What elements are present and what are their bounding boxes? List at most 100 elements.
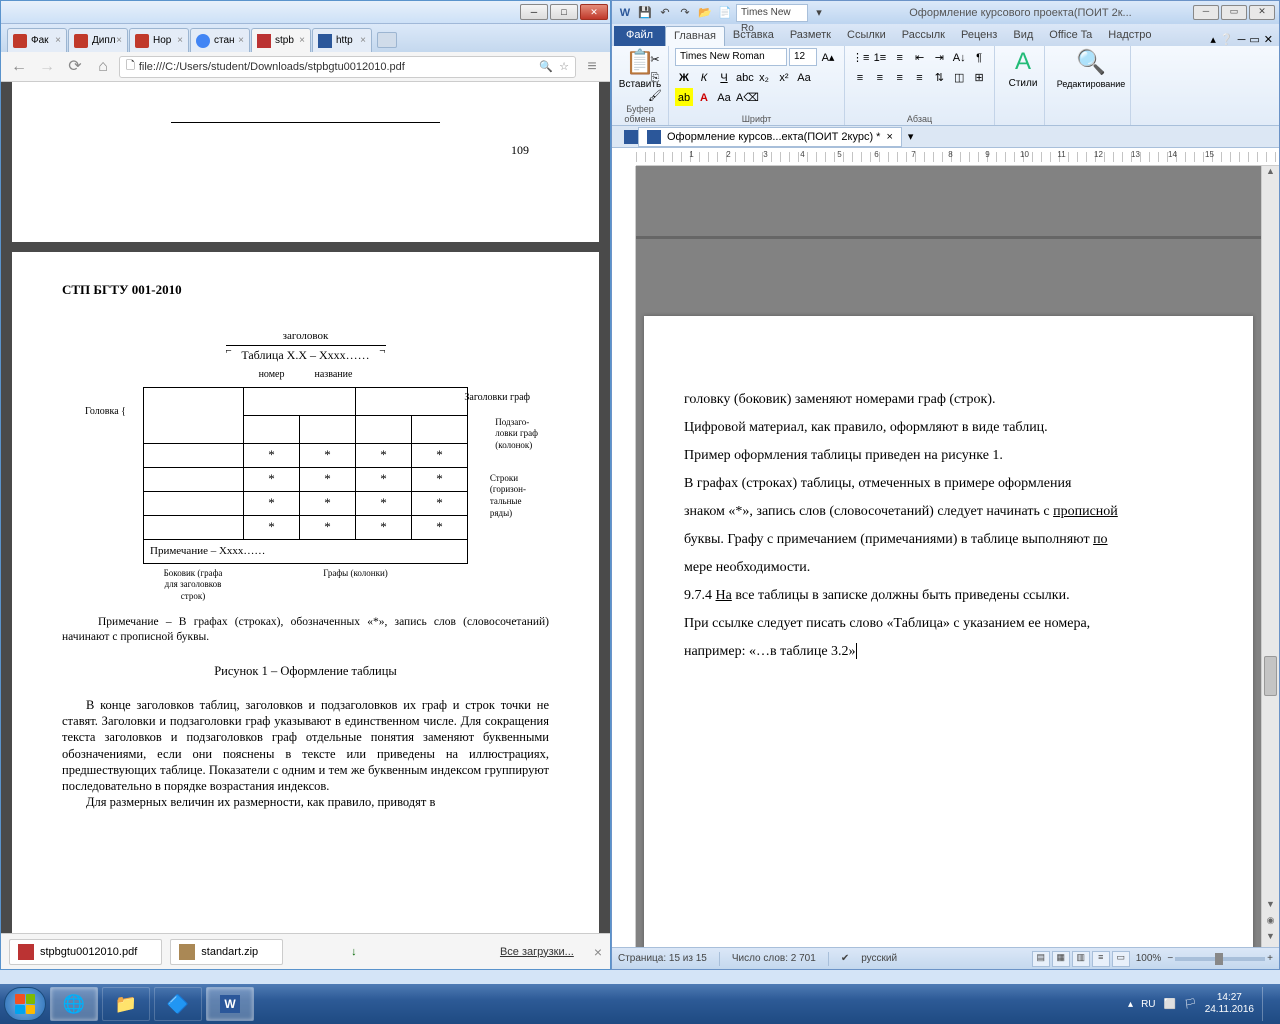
show-desktop-button[interactable] (1262, 987, 1270, 1021)
open-icon[interactable]: 📂 (696, 4, 714, 22)
address-input[interactable]: 🗋 file:///C:/Users/student/Downloads/stp… (119, 56, 576, 78)
draft-icon[interactable]: ▭ (1112, 951, 1130, 967)
bullets-icon[interactable]: ⋮≡ (851, 48, 869, 66)
copy-icon[interactable]: ⎘ (646, 68, 664, 86)
reload-button[interactable]: ⟳ (63, 55, 87, 79)
start-button[interactable] (4, 987, 46, 1021)
prev-page-icon[interactable]: ◉ (1262, 915, 1279, 931)
borders-icon[interactable]: ⊞ (970, 68, 988, 86)
text-effects-icon[interactable]: Aa (795, 68, 813, 86)
ribbon-tab[interactable]: Ссылки (839, 26, 894, 46)
browser-tab-active[interactable]: stpb× (251, 28, 311, 52)
new-icon[interactable]: 📄 (716, 4, 734, 22)
justify-icon[interactable]: ≡ (911, 68, 929, 86)
tab-close-icon[interactable]: × (238, 35, 244, 46)
fullscreen-read-icon[interactable]: ▦ (1052, 951, 1070, 967)
pdf-viewer[interactable]: 109 СТП БГТУ 001-2010 заголовок ⌐¬ Табли… (1, 82, 610, 933)
zoom-in-icon[interactable]: + (1267, 953, 1273, 964)
all-downloads-link[interactable]: Все загрузки... (500, 946, 574, 958)
back-button[interactable]: ← (7, 55, 31, 79)
vertical-ruler[interactable] (612, 166, 636, 947)
dec-indent-icon[interactable]: ⇤ (911, 48, 929, 66)
editing-button[interactable]: 🔍 Редактирование (1051, 48, 1131, 90)
mdi-restore-icon[interactable]: ▭ (1249, 33, 1259, 46)
align-left-icon[interactable]: ≡ (851, 68, 869, 86)
scroll-down-icon[interactable]: ▼ (1262, 899, 1279, 915)
format-painter-icon[interactable]: 🖌 (646, 86, 664, 104)
download-item[interactable]: stpbgtu0012010.pdf (9, 939, 162, 965)
inc-indent-icon[interactable]: ⇥ (930, 48, 948, 66)
strike-icon[interactable]: abc (735, 68, 753, 86)
tab-close-icon[interactable]: × (886, 131, 892, 143)
cut-icon[interactable]: ✂ (646, 50, 664, 68)
show-marks-icon[interactable]: ¶ (970, 48, 988, 66)
zoom-level[interactable]: 100% (1136, 953, 1162, 964)
clock[interactable]: 14:27 24.11.2016 (1205, 992, 1254, 1016)
downloads-close-button[interactable]: × (594, 944, 602, 960)
undo-icon[interactable]: ↶ (656, 4, 674, 22)
qat-font-select[interactable]: Times New Ro (736, 4, 808, 22)
qat-dropdown-icon[interactable]: ▾ (810, 4, 828, 22)
document-page[interactable]: головку (боковик) заменяют номерами граф… (644, 316, 1253, 947)
redo-icon[interactable]: ↷ (676, 4, 694, 22)
tray-arrow-icon[interactable]: ▴ (1128, 999, 1133, 1010)
action-center-icon[interactable]: 🏳 (1184, 999, 1197, 1010)
forward-button[interactable]: → (35, 55, 59, 79)
restore-button[interactable]: ▭ (1221, 5, 1247, 20)
clear-format-icon[interactable]: A⌫ (735, 88, 753, 106)
doc-tab-dropdown-icon[interactable]: ▾ (908, 130, 914, 143)
mdi-close-icon[interactable]: ✕ (1264, 33, 1273, 46)
font-size-select[interactable]: 12 (789, 48, 817, 66)
browser-tab[interactable]: Дипл× (68, 28, 128, 52)
new-tab-button[interactable] (377, 32, 397, 48)
star-icon[interactable]: ☆ (559, 60, 569, 73)
align-center-icon[interactable]: ≡ (871, 68, 889, 86)
spell-check-icon[interactable]: ✔ (841, 953, 849, 964)
zoom-out-icon[interactable]: − (1167, 953, 1173, 964)
web-layout-icon[interactable]: ▥ (1072, 951, 1090, 967)
download-item[interactable]: standart.zip (170, 939, 283, 965)
italic-icon[interactable]: К (695, 68, 713, 86)
mdi-minimize-icon[interactable]: ─ (1238, 34, 1246, 46)
tab-close-icon[interactable]: × (116, 35, 122, 46)
save-icon[interactable]: 💾 (636, 4, 654, 22)
sort-icon[interactable]: A↓ (950, 48, 968, 66)
vertical-scrollbar[interactable]: ▲ ▼ ◉ ▼ (1261, 166, 1279, 947)
align-right-icon[interactable]: ≡ (891, 68, 909, 86)
ribbon-tab[interactable]: Надстро (1100, 26, 1159, 46)
underline-icon[interactable]: Ч (715, 68, 733, 86)
taskbar-chrome[interactable]: 🌐 (50, 987, 98, 1021)
minimize-button[interactable]: ─ (520, 4, 548, 20)
taskbar-explorer[interactable]: 📁 (102, 987, 150, 1021)
maximize-button[interactable]: □ (550, 4, 578, 20)
help-icon[interactable]: ❔ (1220, 33, 1234, 46)
close-button[interactable]: ✕ (580, 4, 608, 20)
line-spacing-icon[interactable]: ⇅ (930, 68, 948, 86)
tab-close-icon[interactable]: × (55, 35, 61, 46)
browser-tab[interactable]: Нор× (129, 28, 189, 52)
ribbon-tab[interactable]: Реценз (953, 26, 1005, 46)
font-color-icon[interactable]: A (695, 88, 713, 106)
browser-tab[interactable]: стан× (190, 28, 250, 52)
language-indicator[interactable]: RU (1141, 999, 1155, 1010)
styles-button[interactable]: A Стили (1001, 48, 1045, 89)
tab-close-icon[interactable]: × (177, 35, 183, 46)
numbering-icon[interactable]: 1≡ (871, 48, 889, 66)
language-status[interactable]: русский (861, 953, 897, 964)
minimize-button[interactable]: ─ (1193, 5, 1219, 20)
document-area[interactable]: головку (боковик) заменяют номерами граф… (636, 166, 1261, 947)
scroll-up-icon[interactable]: ▲ (1262, 166, 1279, 182)
word-icon[interactable]: W (616, 4, 634, 22)
page-status[interactable]: Страница: 15 из 15 (618, 953, 707, 964)
tray-icon[interactable]: ⬜ (1164, 999, 1176, 1010)
file-tab[interactable]: Файл (614, 26, 665, 46)
menu-button[interactable]: ≡ (580, 55, 604, 79)
word-count[interactable]: Число слов: 2 701 (732, 953, 816, 964)
shading-icon[interactable]: ◫ (950, 68, 968, 86)
close-button[interactable]: ✕ (1249, 5, 1275, 20)
browser-tab[interactable]: Фак× (7, 28, 67, 52)
subscript-icon[interactable]: x₂ (755, 68, 773, 86)
print-layout-icon[interactable]: ▤ (1032, 951, 1050, 967)
font-name-select[interactable]: Times New Roman (675, 48, 787, 66)
highlight-icon[interactable]: ab (675, 88, 693, 106)
